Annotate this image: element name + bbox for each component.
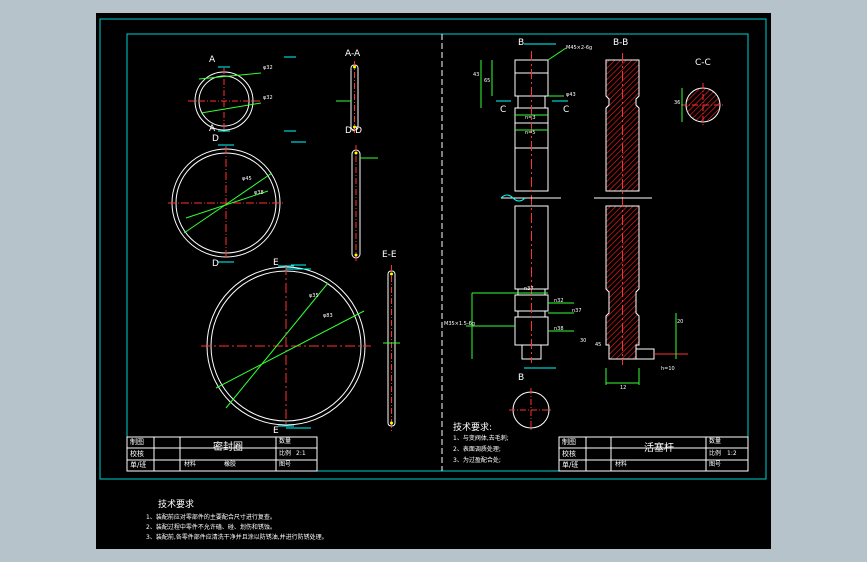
view-label-b-lower: B (518, 373, 525, 383)
dim-n37b: n37 (572, 308, 582, 314)
view-label-e-lower: E (273, 426, 279, 436)
view-label-aa: A-A (345, 49, 361, 59)
dim-cc36: 36 (674, 100, 681, 106)
view-label-dd: D-D (345, 126, 363, 136)
tb-right-name: 活塞杆 (644, 443, 674, 454)
dim-d-inner: φ38 (254, 190, 264, 196)
view-label-cc: C-C (695, 58, 711, 68)
dim-chamfer: φ43 (566, 92, 576, 98)
tb-right-unit: 单/班 (562, 461, 579, 469)
dim-thread-top: M45×2-6g (566, 45, 593, 51)
bottom-note-3: 3、装配前,各零件部件应清洗干净并且涂以防锈油,并进行防锈处理。 (146, 534, 328, 541)
outer-frame (99, 18, 767, 480)
cut-markers (284, 43, 568, 429)
view-label-ee: E-E (382, 250, 397, 260)
ring-e-section (383, 265, 400, 431)
tb-right-scale-label: 比例 (709, 450, 722, 457)
dim-thread-bottom: M35×1.5-6g (444, 321, 475, 327)
dim-a-inner: φ32 (263, 95, 273, 101)
ring-d-section (351, 145, 378, 263)
dim-h1: 43 (473, 72, 480, 78)
rod-dims (466, 47, 574, 359)
view-label-a-lower: A (209, 124, 216, 134)
dim-a-outer: φ32 (263, 65, 273, 71)
tb-left-quantity: 数量 (279, 438, 292, 445)
dim-d-outer: φ45 (242, 176, 252, 182)
ring-a-view (188, 66, 262, 134)
ring-e-view (201, 265, 371, 427)
dim-n37: n37 (524, 286, 534, 292)
view-label-a: A (209, 55, 216, 65)
dim-n3: n=3 (525, 115, 536, 121)
tb-right-material-label: 材料 (615, 461, 628, 468)
view-label-e: E (273, 258, 279, 268)
view-label-c-right: C (563, 105, 570, 115)
tech-item-1: 1、与变阀体,去毛刺; (453, 435, 509, 442)
bottom-note-1: 1、装配前应对零部件的主要配合尺寸进行复查。 (146, 514, 276, 521)
dim-h10: h=10 (661, 366, 675, 372)
tb-left-scale-label: 比例 (279, 450, 292, 457)
dim-n5: n=5 (525, 130, 536, 136)
tb-left-unit: 单/班 (130, 461, 147, 469)
view-label-bb: B-B (613, 38, 629, 48)
dim-w12: 12 (620, 385, 627, 391)
dim-h2: 65 (484, 78, 491, 84)
cad-viewport[interactable]: A A A-A D D D-D E E E-E φ32 φ32 φ45 φ38 … (96, 13, 771, 549)
ring-d-view (168, 144, 284, 263)
dim-e-inner: φ83 (323, 313, 333, 319)
dim-bottom-a: 30 (580, 338, 587, 344)
tb-left-material-value: 橡胶 (224, 461, 237, 468)
tb-right-scale-value: 1:2 (727, 450, 737, 457)
tb-left-material-label: 材料 (184, 461, 197, 468)
ring-a-section (336, 61, 359, 133)
tb-right-quantity: 数量 (709, 438, 722, 445)
section-c (681, 83, 725, 127)
tb-left-drawn: 制图 (130, 438, 144, 446)
dim-bottom-b: 45 (595, 342, 602, 348)
dim-e-outer: φ35 (309, 293, 319, 299)
cad-drawing (99, 18, 767, 480)
tb-left-checked: 校核 (130, 450, 144, 458)
dim-right-20: 20 (677, 319, 684, 325)
tb-right-drawn: 制图 (562, 438, 576, 446)
tb-left-drawing-no: 图号 (279, 461, 292, 468)
bottom-notes-title: 技术要求 (158, 500, 195, 510)
tb-left-name: 密封圈 (213, 442, 243, 453)
tech-item-3: 3、为过盈配合处; (453, 457, 501, 464)
view-label-c: C (500, 105, 507, 115)
tb-right-checked: 校核 (562, 450, 576, 458)
bottom-note-2: 2、装配过程中零件不允许磕、碰、划伤和锈蚀。 (146, 524, 276, 531)
tech-title: 技术要求: (453, 423, 493, 433)
tb-right-drawing-no: 图号 (709, 461, 722, 468)
tb-left-scale-value: 2:1 (296, 450, 306, 457)
view-label-b: B (518, 38, 525, 48)
view-label-d: D (212, 134, 219, 144)
view-label-d-lower: D (212, 259, 219, 269)
tech-item-2: 2、表面调质处理; (453, 446, 501, 453)
end-view-circle (509, 388, 553, 432)
dim-n38: n38 (554, 326, 564, 332)
dim-n32: n32 (554, 298, 564, 304)
